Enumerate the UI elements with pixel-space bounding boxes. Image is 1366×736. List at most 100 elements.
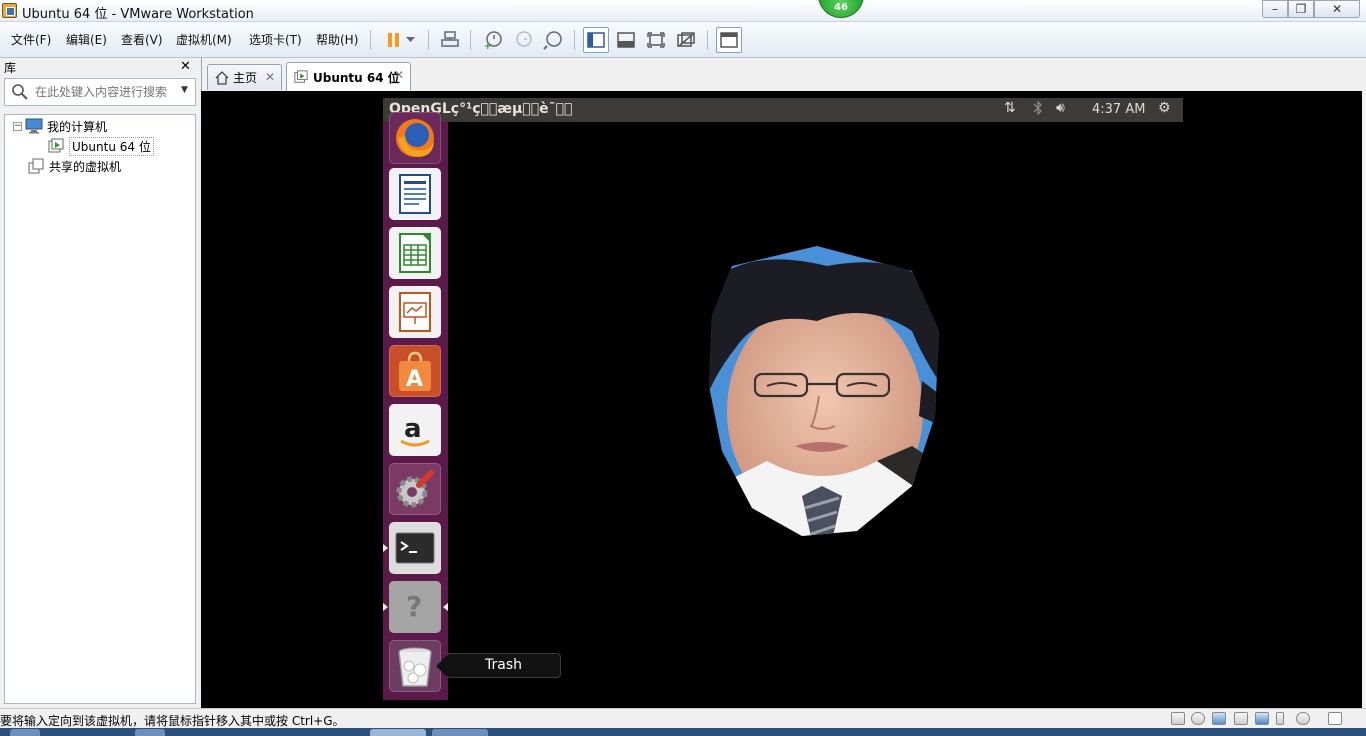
host-taskbar xyxy=(0,728,1366,736)
svg-text:+: + xyxy=(484,42,492,50)
snapshot-manager-button[interactable] xyxy=(540,27,566,53)
trash-icon[interactable] xyxy=(389,640,441,692)
opengl-face-render xyxy=(709,246,939,536)
tree-item-ubuntu-vm[interactable]: Ubuntu 64 位 xyxy=(47,136,154,156)
network-send-icon xyxy=(441,31,459,47)
firefox-icon[interactable] xyxy=(389,112,441,164)
search-input[interactable] xyxy=(35,83,177,101)
toolbar-separator xyxy=(574,30,575,50)
take-snapshot-button[interactable]: + xyxy=(480,27,506,53)
title-bar: Ubuntu 64 位 - VMware Workstation 46 – ❐ … xyxy=(0,0,1366,22)
hard-disk-icon[interactable] xyxy=(1171,712,1185,725)
usb-device-icon[interactable] xyxy=(1255,712,1269,725)
menu-vm[interactable]: 虚拟机(M) xyxy=(176,31,232,48)
thumbnail-view-icon xyxy=(617,32,635,48)
running-indicator-icon xyxy=(383,544,388,552)
snapshot-manager-icon xyxy=(543,31,562,50)
toolbar-separator xyxy=(370,30,371,50)
bluetooth-icon[interactable] xyxy=(1033,100,1043,120)
search-icon xyxy=(12,84,28,100)
library-tree: − 我的计算机 Ubuntu 64 位 共享的虚拟机 xyxy=(4,114,196,704)
notification-badge[interactable]: 46 xyxy=(818,0,864,18)
library-search: ▼ xyxy=(4,78,196,106)
full-screen-button[interactable] xyxy=(643,27,669,53)
status-bar: 要将输入定向到该虚拟机，请将鼠标指针移入其中或按 Ctrl+G。 xyxy=(0,708,1366,728)
writer-icon[interactable] xyxy=(389,168,441,220)
running-indicator-icon xyxy=(383,603,388,611)
library-close-button[interactable]: ✕ xyxy=(180,59,191,74)
snapshot-revert-icon xyxy=(516,31,532,47)
collapse-toggle[interactable]: − xyxy=(13,122,22,131)
unity-mode-icon xyxy=(677,32,695,47)
close-tab-icon[interactable]: ✕ xyxy=(394,68,404,82)
menu-view[interactable]: 查看(V) xyxy=(121,31,163,48)
clock[interactable]: 4:37 AM xyxy=(1092,102,1145,117)
focused-indicator-icon xyxy=(443,603,448,611)
send-ctrl-alt-del-button[interactable] xyxy=(437,27,463,53)
impress-icon[interactable] xyxy=(389,286,441,338)
vm-console[interactable]: OpenGLç°¹ç  æµ  è¯   ⇅ 🔊︎ 4:37 AM ⚙ A a xyxy=(202,91,1362,708)
gear-icon[interactable]: ⚙ xyxy=(1158,100,1171,116)
launcher-tooltip: Trash xyxy=(436,653,561,678)
full-screen-icon xyxy=(647,32,665,48)
terminal-icon[interactable] xyxy=(389,522,441,574)
power-dropdown-button[interactable] xyxy=(402,27,418,53)
volume-icon[interactable]: 🔊︎ xyxy=(1056,100,1065,116)
vmware-app-icon xyxy=(2,3,17,18)
help-icon[interactable]: ? xyxy=(389,581,441,633)
revert-snapshot-button[interactable] xyxy=(510,27,536,53)
tree-item-shared-vms[interactable]: 共享的虚拟机 xyxy=(27,157,121,175)
tree-item-label: Ubuntu 64 位 xyxy=(69,136,154,156)
sound-card-icon[interactable] xyxy=(1296,712,1310,725)
shared-vm-icon xyxy=(28,158,44,174)
window-title: Ubuntu 64 位 - VMware Workstation xyxy=(22,7,254,22)
tree-item-label: 共享的虚拟机 xyxy=(49,159,122,174)
tree-item-my-computer[interactable]: 我的计算机 xyxy=(25,117,107,135)
library-view-icon xyxy=(587,32,605,48)
printer-icon[interactable] xyxy=(1234,712,1248,725)
minimize-button[interactable]: – xyxy=(1262,0,1288,18)
running-vm-icon xyxy=(294,70,308,83)
close-window-button[interactable]: ✕ xyxy=(1314,0,1360,18)
usb-controller-icon[interactable] xyxy=(1276,712,1284,725)
software-center-icon[interactable]: A xyxy=(389,345,441,397)
menu-help[interactable]: 帮助(H) xyxy=(316,31,358,48)
unity-mode-button[interactable] xyxy=(673,27,699,53)
svg-text:a: a xyxy=(404,414,422,444)
tab-label: Ubuntu 64 位 xyxy=(313,70,400,85)
menu-file[interactable]: 文件(F) xyxy=(11,31,51,48)
thumbnail-bar-button[interactable] xyxy=(613,27,639,53)
home-icon xyxy=(215,70,229,85)
window-right-edge xyxy=(1362,90,1366,708)
unity-launcher: A a ? xyxy=(383,112,448,700)
restore-button[interactable]: ❐ xyxy=(1288,0,1314,18)
tab-ubuntu-vm[interactable]: Ubuntu 64 位 ✕ xyxy=(286,62,411,91)
status-text: 要将输入定向到该虚拟机，请将鼠标指针移入其中或按 Ctrl+G。 xyxy=(0,714,345,728)
network-adapter-icon[interactable] xyxy=(1212,712,1226,725)
search-dropdown-arrow-icon[interactable]: ▼ xyxy=(181,85,188,95)
toolbar-separator xyxy=(470,30,471,50)
cd-dvd-icon[interactable] xyxy=(1191,712,1205,725)
amazon-icon[interactable]: a xyxy=(389,404,441,456)
show-library-button[interactable] xyxy=(583,27,609,53)
library-panel: 库 ✕ ▼ − 我的计算机 Ubuntu 64 位 共享的虚拟机 xyxy=(0,58,201,708)
tree-item-label: 我的计算机 xyxy=(47,119,108,134)
toolbar-separator xyxy=(707,30,708,50)
svg-text:A: A xyxy=(406,367,423,392)
calc-icon[interactable] xyxy=(389,227,441,279)
close-tab-icon[interactable]: ✕ xyxy=(265,70,275,84)
console-view-icon xyxy=(720,32,738,48)
running-vm-icon xyxy=(48,138,64,153)
console-view-button[interactable] xyxy=(716,27,742,53)
menu-toolbar: 文件(F) 编辑(E) 查看(V) 虚拟机(M) 选项卡(T) 帮助(H) + xyxy=(0,22,1366,58)
network-icon[interactable]: ⇅ xyxy=(1004,100,1016,116)
snapshot-add-icon: + xyxy=(484,31,502,50)
tab-home[interactable]: 主页 ✕ xyxy=(207,64,282,90)
library-title: 库 xyxy=(4,61,17,75)
system-settings-icon[interactable] xyxy=(389,463,441,515)
toolbar-separator xyxy=(428,30,429,50)
menu-edit[interactable]: 编辑(E) xyxy=(66,31,107,48)
menu-tabs[interactable]: 选项卡(T) xyxy=(249,31,302,48)
help-icon-glyph: ? xyxy=(406,590,423,623)
message-log-icon[interactable] xyxy=(1328,712,1342,725)
